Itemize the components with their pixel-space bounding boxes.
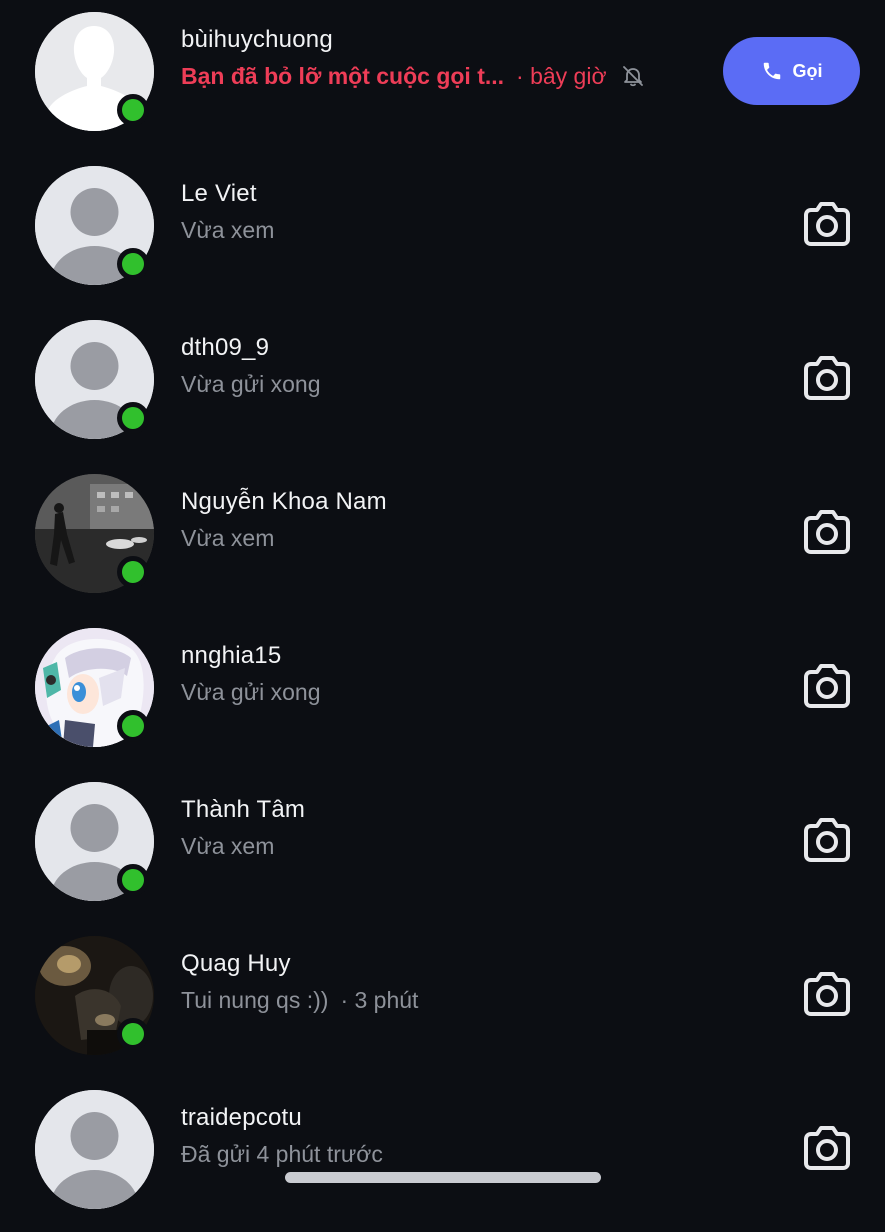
online-indicator (117, 248, 149, 280)
online-indicator (117, 402, 149, 434)
bell-off-icon (623, 66, 643, 87)
conversation-row[interactable]: Thành Tâm Vừa xem (0, 770, 885, 924)
timestamp: · bây giờ (516, 63, 607, 89)
conversation-row[interactable]: nnghia15 Vừa gửi xong (0, 616, 885, 770)
call-button[interactable]: Gọi (723, 37, 860, 105)
online-indicator (117, 864, 149, 896)
conversation-row[interactable]: Quag Huy Tui nung qs :)) · 3 phút (0, 924, 885, 1078)
message-preview: Vừa xem (181, 217, 275, 243)
contact-name: nnghia15 (181, 642, 282, 669)
missed-call-preview: Bạn đã bỏ lỡ một cuộc gọi t... · bây giờ (181, 63, 645, 90)
default-person-icon (35, 1090, 154, 1209)
call-button-label: Gọi (792, 60, 823, 81)
conversation-row[interactable]: Nguyễn Khoa Nam Vừa xem (0, 462, 885, 616)
camera-button[interactable] (802, 663, 852, 709)
camera-button[interactable] (802, 971, 852, 1017)
online-indicator (117, 710, 149, 742)
contact-name: Quag Huy (181, 950, 291, 977)
timestamp: · 3 phút (340, 987, 419, 1013)
camera-button[interactable] (802, 201, 852, 247)
conversation-row[interactable]: bùihuychuong Bạn đã bỏ lỡ một cuộc gọi t… (0, 0, 885, 154)
message-preview: Đã gửi 4 phút trước (181, 1141, 383, 1167)
camera-button[interactable] (802, 817, 852, 863)
contact-name: Nguyễn Khoa Nam (181, 488, 387, 515)
phone-icon (763, 62, 780, 80)
online-indicator (117, 1018, 149, 1050)
message-preview: Vừa xem (181, 833, 275, 859)
camera-button[interactable] (802, 1125, 852, 1171)
message-preview: Tui nung qs :)) (181, 987, 329, 1013)
message-preview: Vừa gửi xong (181, 679, 321, 705)
camera-icon (804, 356, 850, 400)
conversation-row[interactable]: Le Viet Vừa xem (0, 154, 885, 308)
camera-icon (804, 664, 850, 708)
camera-button[interactable] (802, 509, 852, 555)
online-indicator (117, 94, 149, 126)
message-preview: Vừa gửi xong (181, 371, 321, 397)
contact-name: dth09_9 (181, 334, 270, 361)
online-indicator (117, 556, 149, 588)
camera-icon (804, 1126, 850, 1170)
contact-name: Thành Tâm (181, 796, 306, 823)
camera-icon (804, 972, 850, 1016)
message-preview: Vừa xem (181, 525, 275, 551)
avatar (35, 1090, 154, 1209)
camera-icon (804, 202, 850, 246)
home-indicator[interactable] (285, 1172, 601, 1183)
camera-icon (804, 818, 850, 862)
contact-name: Le Viet (181, 180, 257, 207)
camera-icon (804, 510, 850, 554)
message-preview-line: Tui nung qs :)) · 3 phút (181, 987, 418, 1014)
message-preview: Bạn đã bỏ lỡ một cuộc gọi t... (181, 63, 505, 89)
conversation-row[interactable]: traidepcotu Đã gửi 4 phút trước (0, 1078, 885, 1232)
contact-name: bùihuychuong (181, 26, 333, 53)
contact-name: traidepcotu (181, 1104, 302, 1131)
conversation-row[interactable]: dth09_9 Vừa gửi xong (0, 308, 885, 462)
camera-button[interactable] (802, 355, 852, 401)
